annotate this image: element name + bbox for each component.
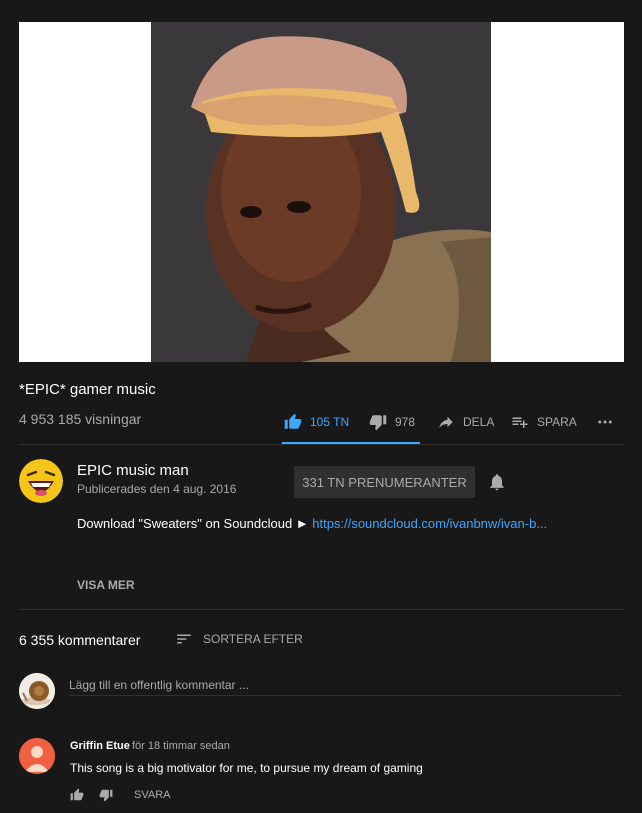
sort-icon [177, 634, 191, 644]
notification-bell-button[interactable] [487, 472, 507, 492]
dislike-button[interactable]: 978 [369, 402, 415, 442]
divider [19, 609, 624, 610]
save-button[interactable]: SPARA [511, 402, 577, 442]
channel-name[interactable]: EPIC music man [77, 462, 189, 479]
user-avatar [19, 673, 55, 709]
share-label: DELA [463, 415, 495, 429]
like-count: 105 TN [310, 415, 350, 429]
comment-count: 6 355 kommentarer [19, 632, 141, 648]
playlist-add-icon [512, 417, 528, 428]
laughing-face-icon [19, 459, 63, 503]
like-button[interactable]: 105 TN [284, 402, 349, 442]
sort-comments-button[interactable]: SORTERA EFTER [175, 630, 303, 648]
video-thumbnail[interactable] [151, 22, 491, 362]
save-label: SPARA [537, 415, 577, 429]
person-icon [19, 738, 55, 774]
channel-avatar[interactable] [19, 459, 63, 503]
show-more-button[interactable]: VISA MER [77, 578, 135, 592]
share-button[interactable]: DELA [437, 402, 494, 442]
thumbs-down-icon [99, 789, 113, 802]
divider [19, 444, 624, 445]
thumbs-down-icon [369, 415, 387, 431]
dislike-count: 978 [395, 415, 416, 429]
reply-button[interactable]: SVARA [134, 789, 170, 801]
comment-text: This song is a big motivator for me, to … [70, 761, 423, 775]
thumbs-up-icon [70, 788, 84, 801]
subscribe-button[interactable]: 331 TN PRENUMERANTER [294, 466, 475, 498]
snail-icon [19, 673, 55, 709]
comment-dislike-button[interactable] [99, 788, 113, 802]
video-player[interactable] [19, 22, 624, 362]
publish-date: Publicerades den 4 aug. 2016 [77, 482, 237, 496]
description-text: Download "Sweaters" on Soundcloud ► [77, 516, 313, 531]
more-horizontal-icon [598, 420, 612, 424]
video-title: *EPIC* gamer music [19, 381, 156, 398]
sort-label: SORTERA EFTER [203, 632, 303, 646]
comment-like-button[interactable] [70, 788, 84, 802]
commenter-avatar[interactable] [19, 738, 55, 774]
comment-time[interactable]: för 18 timmar sedan [132, 740, 230, 752]
description-link[interactable]: https://soundcloud.com/ivanbnw/ivan-b... [312, 516, 547, 531]
bell-icon [490, 474, 504, 491]
comment-author[interactable]: Griffin Etue [70, 740, 130, 752]
thumbs-up-icon [284, 413, 302, 429]
share-icon [439, 416, 453, 428]
more-actions-button[interactable] [596, 402, 614, 442]
video-description: Download "Sweaters" on Soundcloud ► http… [77, 516, 547, 531]
add-comment-input[interactable] [69, 674, 622, 696]
video-actions: 105 TN 978 DELA SPARA [0, 402, 642, 444]
